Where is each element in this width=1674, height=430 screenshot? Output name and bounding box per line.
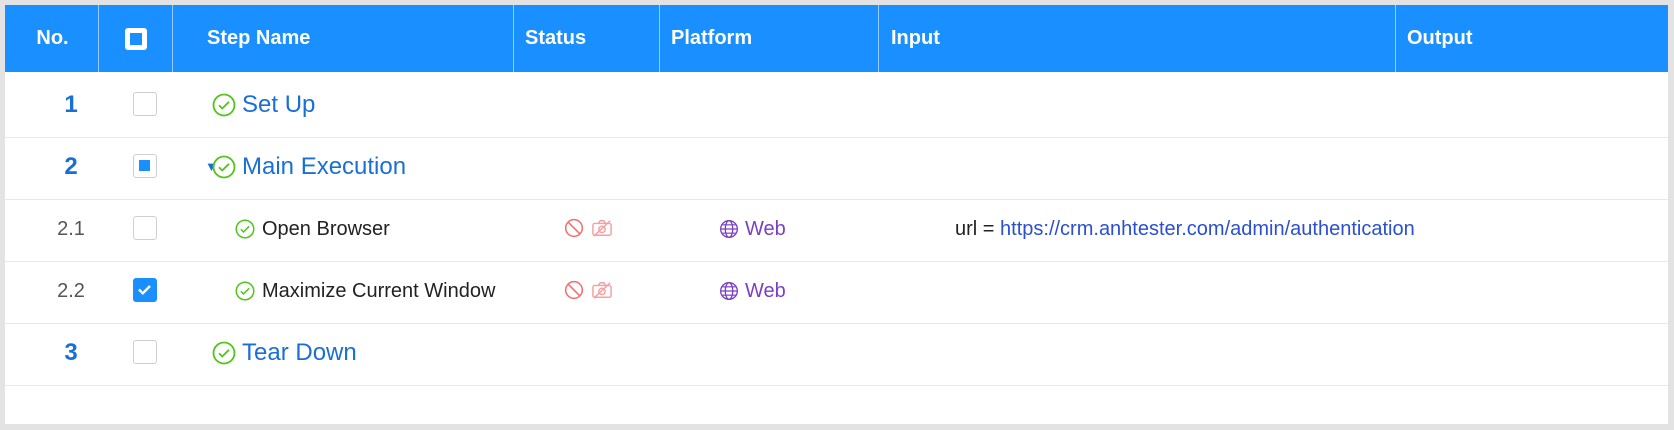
step-name[interactable]: Maximize Current Window — [262, 258, 495, 324]
header-output[interactable]: Output — [1407, 5, 1607, 72]
step-name[interactable]: Set Up — [242, 72, 315, 138]
check-circle-icon — [212, 155, 236, 179]
input-url-link[interactable]: https://crm.anhtester.com/admin/authenti… — [1000, 218, 1415, 240]
camera-off-icon[interactable] — [591, 280, 613, 300]
camera-off-icon[interactable] — [591, 218, 613, 238]
step-number: 2.2 — [57, 280, 85, 302]
header-step-name[interactable]: Step Name — [207, 5, 507, 72]
row-checkbox[interactable] — [133, 340, 157, 364]
row-checkbox[interactable] — [133, 216, 157, 240]
header-status[interactable]: Status — [525, 5, 655, 72]
platform-label: Web — [719, 196, 786, 262]
row-checkbox[interactable] — [133, 154, 157, 178]
check-circle-icon — [235, 219, 255, 239]
checkmark-icon — [138, 285, 151, 296]
header-divider — [659, 5, 660, 72]
globe-icon — [720, 282, 738, 300]
ban-icon[interactable] — [564, 218, 584, 238]
table-row[interactable]: 1 Set Up — [5, 72, 1668, 138]
input-key: url = — [955, 218, 995, 240]
step-name[interactable]: Tear Down — [242, 320, 357, 386]
check-circle-icon — [212, 341, 236, 365]
check-circle-icon — [235, 281, 255, 301]
globe-icon — [720, 220, 738, 238]
step-number: 2.1 — [57, 218, 85, 240]
table-row[interactable]: 2.2 Maximize Current Window Web — [5, 258, 1668, 324]
header-divider — [878, 5, 879, 72]
table-header: No. Step Name Status Platform Input Outp… — [5, 5, 1668, 72]
table-row[interactable]: 2.1 Open Browser Web url = https://crm.a… — [5, 196, 1668, 262]
ban-icon[interactable] — [564, 280, 584, 300]
input-value: url = https://crm.anhtester.com/admin/au… — [955, 196, 1415, 262]
step-name[interactable]: Open Browser — [262, 196, 390, 262]
header-divider — [513, 5, 514, 72]
step-number: 2 — [64, 153, 78, 180]
header-input[interactable]: Input — [891, 5, 1391, 72]
header-no[interactable]: No. — [5, 5, 100, 72]
table-row[interactable]: 2 ▼ Main Execution — [5, 134, 1668, 200]
square-checkbox-icon[interactable] — [124, 27, 148, 51]
platform-label: Web — [719, 258, 786, 324]
platform-name: Web — [745, 218, 786, 240]
step-number: 3 — [64, 339, 78, 366]
row-checkbox[interactable] — [133, 278, 157, 302]
header-select-all[interactable] — [99, 5, 173, 72]
header-platform[interactable]: Platform — [671, 5, 871, 72]
check-circle-icon — [212, 93, 236, 117]
step-name[interactable]: Main Execution — [242, 134, 406, 200]
platform-name: Web — [745, 280, 786, 302]
header-divider — [172, 5, 173, 72]
step-number: 1 — [64, 91, 78, 118]
row-checkbox[interactable] — [133, 92, 157, 116]
table-row[interactable]: 3 Tear Down — [5, 320, 1668, 386]
header-divider — [1395, 5, 1396, 72]
test-steps-table: No. Step Name Status Platform Input Outp… — [5, 5, 1668, 424]
